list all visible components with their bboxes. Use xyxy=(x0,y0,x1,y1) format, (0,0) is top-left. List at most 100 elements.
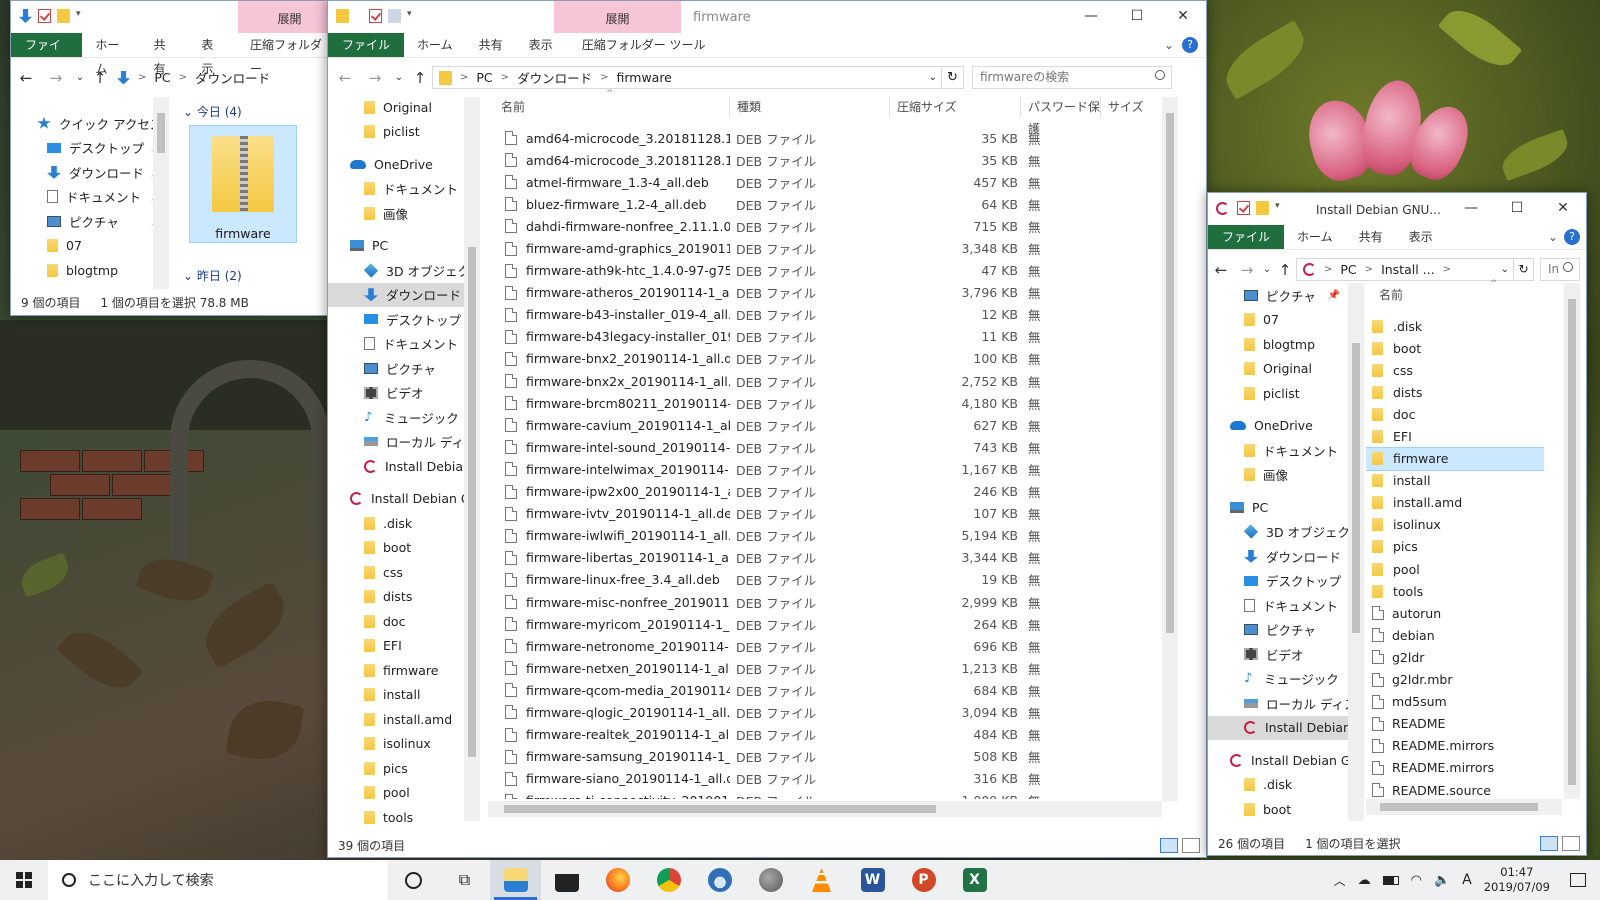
nav-item[interactable]: Install Debian GI xyxy=(1208,715,1348,740)
new-folder-icon[interactable] xyxy=(1256,201,1269,215)
tab-compressed-folder-tools[interactable]: 圧縮フォルダー ツール xyxy=(566,33,719,57)
taskbar-search-box[interactable]: ここに入力して検索 xyxy=(48,860,388,900)
nav-item[interactable]: boot xyxy=(1208,797,1348,822)
nav-item[interactable]: blogtmp xyxy=(1208,332,1348,357)
maximize-icon[interactable]: ☐ xyxy=(1114,1,1160,31)
list-item[interactable]: tools xyxy=(1366,580,1544,602)
scroll-thumb[interactable] xyxy=(1568,299,1576,785)
store-icon[interactable] xyxy=(541,860,592,900)
table-row[interactable]: firmware-ipw2x00_20190114-1_all.... DEB フ… xyxy=(500,481,1180,503)
refresh-icon[interactable]: ↻ xyxy=(1514,258,1534,281)
list-item[interactable]: README.source xyxy=(1366,779,1544,801)
properties-icon[interactable] xyxy=(369,9,382,23)
explorer-window-downloads[interactable]: ▾ 展開 ファイル ホーム 共有 表示 圧縮フォルダー ← → ⌄ ↑ > PC… xyxy=(10,0,340,316)
address-bar[interactable]: > PC > ダウンロード xyxy=(111,66,321,89)
chrome-icon[interactable] xyxy=(643,860,694,900)
nav-item[interactable]: ドキュメント xyxy=(328,177,468,202)
table-row[interactable]: firmware-atheros_20190114-1_all.d... DEB … xyxy=(500,282,1180,304)
list-item[interactable]: README.mirrors xyxy=(1366,735,1544,757)
forward-arrow-icon[interactable]: → xyxy=(1234,261,1260,279)
forward-arrow-icon[interactable]: → xyxy=(41,69,71,87)
table-row[interactable]: firmware-amd-graphics_20190114-... DEB ファ… xyxy=(500,237,1180,259)
new-folder-icon[interactable] xyxy=(57,9,70,23)
nav-item[interactable]: 画像 xyxy=(328,201,468,226)
nav-item[interactable]: install.amd xyxy=(328,707,468,732)
nav-item[interactable]: OneDrive xyxy=(1208,414,1348,439)
title-bar[interactable]: ▾ 展開 firmware — ☐ ✕ xyxy=(328,1,1206,33)
table-row[interactable]: firmware-iwlwifi_20190114-1_all.d... DEB … xyxy=(500,525,1180,547)
list-item[interactable]: boot xyxy=(1366,337,1544,359)
nav-item[interactable]: 画像 xyxy=(1208,463,1348,488)
close-icon[interactable]: ✕ xyxy=(1160,1,1206,31)
search-input[interactable]: firmwareの検索 xyxy=(972,66,1172,89)
table-row[interactable]: firmware-qlogic_20190114-1_all.deb DEB ファ… xyxy=(500,701,1180,723)
table-row[interactable]: firmware-ivtv_20190114-1_all.deb DEB ファイル… xyxy=(500,503,1180,525)
back-arrow-icon[interactable]: ← xyxy=(11,69,41,87)
nav-item[interactable]: doc xyxy=(328,609,468,634)
excel-icon[interactable]: X xyxy=(949,860,1000,900)
nav-item[interactable]: EFI xyxy=(328,634,468,659)
table-row[interactable]: firmware-cavium_20190114-1_all.d... DEB フ… xyxy=(500,414,1180,436)
start-button[interactable] xyxy=(0,860,48,900)
nav-item[interactable]: ドキュメント xyxy=(1208,438,1348,463)
list-item[interactable]: firmware xyxy=(1366,446,1544,471)
nav-item[interactable]: ドキュメント xyxy=(328,332,468,357)
column-header-size[interactable]: サイズ xyxy=(1101,96,1161,118)
properties-icon[interactable] xyxy=(1237,201,1250,215)
minimize-icon[interactable]: — xyxy=(1068,1,1114,31)
tab-view[interactable]: 表示 xyxy=(188,33,236,76)
list-item[interactable]: install.amd xyxy=(1366,492,1544,514)
close-icon[interactable]: ✕ xyxy=(1540,193,1586,223)
chevron-down-icon[interactable]: ▾ xyxy=(407,9,415,23)
address-bar[interactable]: > PC > Install ... > ⌄ xyxy=(1296,258,1514,281)
column-header-type[interactable]: 種類 xyxy=(730,96,890,118)
recent-chevron-icon[interactable]: ⌄ xyxy=(71,72,89,83)
address-dropdown-icon[interactable]: ⌄ xyxy=(1501,264,1513,275)
tab-home[interactable]: ホーム xyxy=(404,33,466,57)
back-arrow-icon[interactable]: ← xyxy=(1208,261,1234,279)
nav-scrollbar[interactable] xyxy=(1348,283,1364,821)
refresh-icon[interactable]: ↻ xyxy=(942,66,964,89)
scroll-thumb[interactable] xyxy=(504,805,936,813)
list-item[interactable]: install xyxy=(1366,470,1544,492)
tab-share[interactable]: 共有 xyxy=(1346,225,1396,249)
nav-item-pictures[interactable]: ピクチャ📌 xyxy=(11,209,171,234)
new-folder-icon[interactable] xyxy=(388,9,401,23)
scroll-thumb[interactable] xyxy=(468,247,476,757)
nav-item[interactable]: Original xyxy=(1208,357,1348,382)
breadcrumb-pc[interactable]: PC xyxy=(476,70,492,85)
column-header-compressed-size[interactable]: 圧縮サイズ xyxy=(890,96,1021,118)
folder-tile-firmware[interactable]: firmware xyxy=(189,125,297,243)
wifi-icon[interactable]: ◠ xyxy=(1411,873,1422,888)
table-row[interactable]: firmware-realtek_20190114-1_all.d... DEB … xyxy=(500,724,1180,746)
table-row[interactable]: amd64-microcode_3.20181128.1_i3... DEB ファ… xyxy=(500,149,1180,171)
help-icon[interactable]: ? xyxy=(1564,229,1580,245)
list-item[interactable]: README.mirrors xyxy=(1366,757,1544,779)
nav-item[interactable]: install xyxy=(328,683,468,708)
table-row[interactable]: firmware-ath9k-htc_1.4.0-97-g75b3... DEB … xyxy=(500,260,1180,282)
chevron-down-icon[interactable]: ▾ xyxy=(76,9,84,23)
nav-item[interactable]: pool xyxy=(328,781,468,806)
tab-share[interactable]: 共有 xyxy=(141,33,189,76)
nav-item[interactable]: ビデオ xyxy=(328,381,468,406)
nav-item[interactable]: ピクチャ xyxy=(328,356,468,381)
ribbon-expand-icon[interactable]: ⌄ xyxy=(1164,38,1182,52)
nav-item[interactable]: Install Debian GI xyxy=(328,454,468,479)
firefox-icon[interactable] xyxy=(592,860,643,900)
table-row[interactable]: atmel-firmware_1.3-4_all.deb DEB ファイル 457 … xyxy=(500,171,1180,193)
file-list-horizontal-scrollbar[interactable] xyxy=(488,801,1162,817)
title-bar[interactable]: ▾ Install Debian GNU... — ☐ ✕ xyxy=(1208,193,1586,225)
nav-item[interactable]: ピクチャ xyxy=(1208,618,1348,643)
show-hidden-icons-icon[interactable]: ︿ xyxy=(1334,872,1346,889)
nav-item[interactable]: boot xyxy=(328,536,468,561)
nav-item[interactable]: .disk xyxy=(1208,773,1348,798)
nav-item-quick-access[interactable]: クイック アクセス xyxy=(11,111,171,136)
nav-item[interactable]: ダウンロード xyxy=(328,282,468,307)
table-row[interactable]: firmware-bnx2x_20190114-1_all.deb DEB ファイ… xyxy=(500,370,1180,392)
list-item[interactable]: pics xyxy=(1366,536,1544,558)
back-arrow-icon[interactable]: ← xyxy=(330,69,360,87)
nav-item[interactable]: .disk xyxy=(328,511,468,536)
breadcrumb-install[interactable]: Install ... xyxy=(1381,262,1435,277)
maximize-icon[interactable]: ☐ xyxy=(1494,193,1540,223)
scroll-thumb[interactable] xyxy=(1166,113,1174,633)
